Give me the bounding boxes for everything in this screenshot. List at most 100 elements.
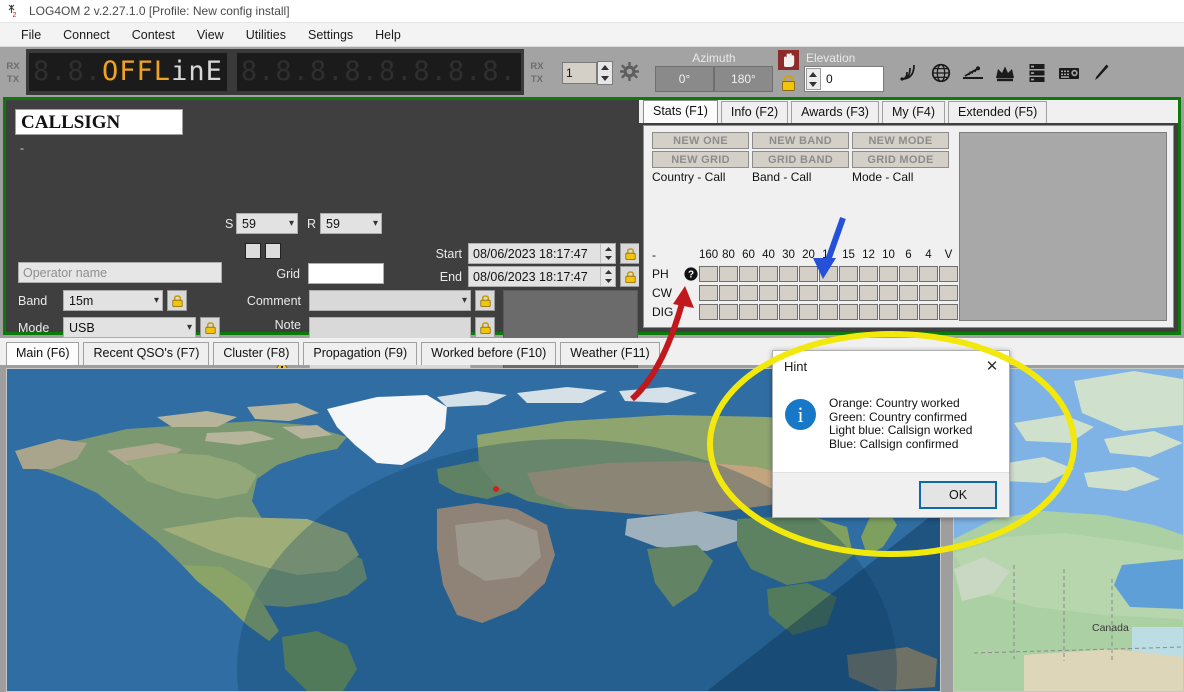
tab-worked-before[interactable]: Worked before (F10) — [421, 342, 557, 365]
band-cell-ph-12[interactable] — [859, 265, 878, 282]
tab-awards[interactable]: Awards (F3) — [791, 101, 879, 123]
qso-flag-checkbox-2[interactable] — [265, 243, 281, 259]
band-cell-ph-30[interactable] — [779, 265, 798, 282]
grid-input[interactable] — [308, 263, 384, 284]
new-mode-indicator[interactable]: NEW MODE — [852, 132, 949, 149]
note-lock-button[interactable] — [475, 317, 495, 338]
grid-mode-indicator[interactable]: GRID MODE — [852, 151, 949, 168]
mode-lock-button[interactable] — [200, 317, 220, 338]
band-lock-button[interactable] — [167, 290, 187, 311]
band-cell-dig-10[interactable] — [879, 303, 898, 320]
tab-info[interactable]: Info (F2) — [720, 101, 789, 123]
globe-icon[interactable] — [930, 62, 952, 84]
band-cell-ph-60[interactable] — [739, 265, 758, 282]
padlock-icon[interactable] — [779, 73, 798, 95]
tab-recent-qsos[interactable]: Recent QSO's (F7) — [83, 342, 210, 365]
menu-item-connect[interactable]: Connect — [52, 25, 121, 45]
radio-selector[interactable]: 1 — [561, 47, 639, 99]
elevation-spinner[interactable] — [805, 68, 821, 90]
menu-item-contest[interactable]: Contest — [121, 25, 186, 45]
band-cell-dig-4[interactable] — [919, 303, 938, 320]
microphone-pen-icon[interactable] — [1090, 62, 1112, 84]
start-datetime-input[interactable]: 08/06/2023 18:17:47 — [468, 243, 616, 264]
gear-icon[interactable] — [619, 62, 639, 84]
crown-icon[interactable] — [994, 62, 1016, 84]
operator-name-input[interactable]: Operator name — [18, 262, 222, 283]
tab-my[interactable]: My (F4) — [881, 101, 946, 123]
band-cell-cw-15[interactable] — [839, 284, 858, 301]
band-cell-dig-20[interactable] — [799, 303, 818, 320]
new-grid-indicator[interactable]: NEW GRID — [652, 151, 749, 168]
new-one-indicator[interactable]: NEW ONE — [652, 132, 749, 149]
tab-propagation[interactable]: Propagation (F9) — [303, 342, 418, 365]
band-cell-dig-15[interactable] — [839, 303, 858, 320]
band-cell-ph-6[interactable] — [899, 265, 918, 282]
mode-select[interactable]: USB ▾ — [63, 317, 196, 338]
band-cell-dig-40[interactable] — [759, 303, 778, 320]
start-lock-button[interactable] — [620, 243, 640, 264]
lcd-secondary[interactable]: 8.8.8.8.8.8.8.8. — [236, 53, 521, 91]
menu-item-view[interactable]: View — [186, 25, 235, 45]
signal-waves-icon[interactable] — [898, 62, 920, 84]
band-cell-cw-40[interactable] — [759, 284, 778, 301]
close-icon[interactable]: ✕ — [977, 352, 1007, 380]
end-datetime-spinner[interactable] — [600, 267, 615, 286]
band-cell-cw-80[interactable] — [719, 284, 738, 301]
qso-flag-checkbox-1[interactable] — [245, 243, 261, 259]
band-cell-ph-v[interactable] — [939, 265, 958, 282]
band-cell-ph-20[interactable] — [799, 265, 818, 282]
rst-sent-select[interactable]: 59 ▾ — [236, 213, 298, 234]
band-cell-dig-60[interactable] — [739, 303, 758, 320]
band-cell-ph-15[interactable] — [839, 265, 858, 282]
end-lock-button[interactable] — [620, 266, 640, 287]
comment-select[interactable]: ▾ — [309, 290, 471, 311]
band-cell-ph-80[interactable] — [719, 265, 738, 282]
band-cell-ph-10[interactable] — [879, 265, 898, 282]
comment-lock-button[interactable] — [475, 290, 495, 311]
tab-extended[interactable]: Extended (F5) — [948, 101, 1048, 123]
menu-item-file[interactable]: File — [10, 25, 52, 45]
keyer-radio-icon[interactable] — [1058, 62, 1080, 84]
grid-band-indicator[interactable]: GRID BAND — [752, 151, 849, 168]
band-cell-dig-17[interactable] — [819, 303, 838, 320]
tab-weather[interactable]: Weather (F11) — [560, 342, 660, 365]
band-cell-cw-4[interactable] — [919, 284, 938, 301]
new-band-indicator[interactable]: NEW BAND — [752, 132, 849, 149]
band-cell-dig-30[interactable] — [779, 303, 798, 320]
radio-number-value[interactable]: 1 — [561, 62, 597, 84]
band-cell-cw-10[interactable] — [879, 284, 898, 301]
tab-cluster[interactable]: Cluster (F8) — [213, 342, 300, 365]
band-cell-ph-160[interactable] — [699, 265, 718, 282]
band-cell-cw-60[interactable] — [739, 284, 758, 301]
elevation-input[interactable]: 0 — [803, 66, 884, 92]
band-cell-dig-80[interactable] — [719, 303, 738, 320]
menu-item-settings[interactable]: Settings — [297, 25, 364, 45]
band-cell-dig-6[interactable] — [899, 303, 918, 320]
rotator-antenna-icon[interactable] — [962, 62, 984, 84]
band-cell-cw-20[interactable] — [799, 284, 818, 301]
band-cell-dig-160[interactable] — [699, 303, 718, 320]
radio-number-spinner[interactable] — [596, 61, 613, 85]
band-cell-ph-17[interactable] — [819, 265, 838, 282]
band-cell-dig-v[interactable] — [939, 303, 958, 320]
callsign-input[interactable]: CALLSIGN — [15, 109, 183, 135]
band-cell-cw-17[interactable] — [819, 284, 838, 301]
lcd-primary[interactable]: 8.8. OFFL inE — [29, 53, 227, 91]
stop-hand-icon[interactable] — [777, 50, 799, 73]
server-stack-icon[interactable] — [1026, 62, 1048, 84]
menu-item-utilities[interactable]: Utilities — [235, 25, 297, 45]
help-question-icon[interactable]: ? — [682, 266, 699, 281]
end-datetime-input[interactable]: 08/06/2023 18:17:47 — [468, 266, 616, 287]
rst-received-select[interactable]: 59 ▾ — [320, 213, 382, 234]
band-cell-cw-v[interactable] — [939, 284, 958, 301]
band-cell-ph-4[interactable] — [919, 265, 938, 282]
tab-main[interactable]: Main (F6) — [6, 342, 80, 365]
band-select[interactable]: 15m ▾ — [63, 290, 163, 311]
start-datetime-spinner[interactable] — [600, 244, 615, 263]
band-cell-cw-6[interactable] — [899, 284, 918, 301]
ok-button[interactable]: OK — [919, 481, 997, 509]
band-cell-cw-160[interactable] — [699, 284, 718, 301]
band-cell-cw-12[interactable] — [859, 284, 878, 301]
band-cell-cw-30[interactable] — [779, 284, 798, 301]
band-cell-ph-40[interactable] — [759, 265, 778, 282]
